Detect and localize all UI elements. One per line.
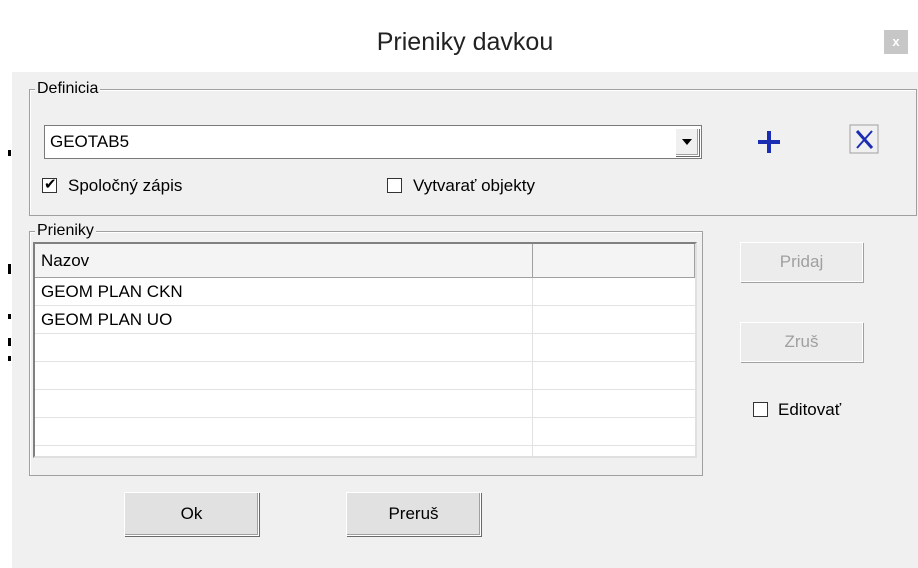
vytvarat-objekty-checkbox[interactable] (387, 178, 402, 193)
x-icon (849, 124, 879, 154)
list-header: Nazov (35, 244, 695, 278)
edge-mark (8, 264, 11, 274)
edge-mark (8, 314, 11, 319)
empty-row (35, 362, 695, 390)
add-definition-button[interactable] (752, 125, 786, 159)
ok-button[interactable]: Ok (124, 492, 259, 536)
edge-mark (8, 150, 11, 156)
spolocny-zapis-checkbox[interactable]: ✔ (42, 176, 57, 193)
checkmark-icon: ✔ (44, 176, 57, 193)
column-header-empty[interactable] (533, 244, 695, 278)
column-header-nazov[interactable]: Nazov (35, 244, 533, 278)
definition-combobox[interactable]: GEOTAB5 (44, 125, 702, 159)
window-title: Prieniky davkou (376, 28, 554, 56)
table-row[interactable]: GEOM PLAN CKN (35, 278, 695, 306)
definicia-legend: Definicia (35, 79, 101, 99)
prieniky-list[interactable]: Nazov GEOM PLAN CKN GEOM PLAN UO (33, 242, 697, 458)
delete-definition-button[interactable] (847, 122, 881, 156)
row-nazov: GEOM PLAN CKN (41, 282, 183, 301)
empty-row (35, 418, 695, 446)
table-row[interactable]: GEOM PLAN UO (35, 306, 695, 334)
edge-mark (8, 338, 11, 346)
pridaj-button[interactable]: Pridaj (740, 242, 863, 282)
combo-dropdown-button[interactable] (675, 128, 699, 156)
empty-row (35, 390, 695, 418)
prieniky-legend: Prieniky (35, 221, 96, 241)
spolocny-zapis-label: Spoločný zápis (68, 176, 183, 195)
editovat-checkbox[interactable] (753, 402, 768, 417)
zrus-button[interactable]: Zruš (740, 322, 863, 362)
plus-icon (758, 131, 780, 153)
edge-mark (8, 356, 11, 361)
title-bar: Prieniky davkou x (12, 12, 918, 72)
chevron-down-icon (682, 139, 692, 145)
close-button[interactable]: x (884, 30, 908, 54)
vytvarat-objekty-label: Vytvarať objekty (413, 176, 535, 195)
empty-row (35, 334, 695, 362)
editovat-label: Editovať (778, 400, 842, 419)
prerus-button[interactable]: Preruš (346, 492, 481, 536)
row-nazov: GEOM PLAN UO (41, 310, 173, 329)
dialog-window: Prieniky davkou x Definicia GEOTAB5 ✔ Sp… (12, 12, 918, 568)
combo-value: GEOTAB5 (50, 132, 130, 151)
